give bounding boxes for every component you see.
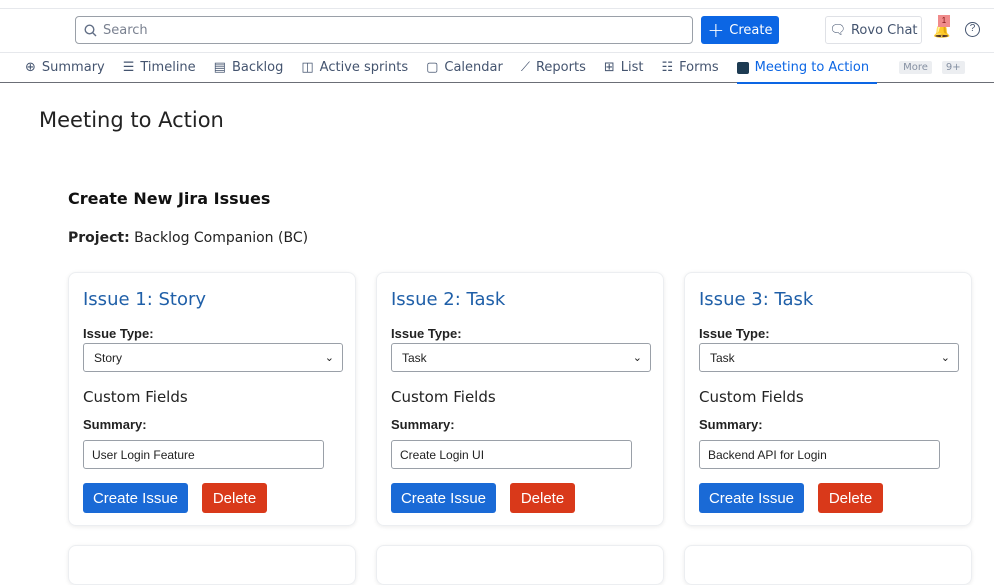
custom-fields-heading: Custom Fields	[391, 388, 496, 406]
issue-card-partial	[68, 545, 356, 585]
create-issue-button[interactable]: Create Issue	[391, 483, 496, 513]
chevron-down-icon: ⌄	[632, 352, 642, 364]
create-issue-button[interactable]: Create Issue	[83, 483, 188, 513]
custom-fields-heading: Custom Fields	[83, 388, 188, 406]
tab-summary[interactable]: ⊕ Summary	[25, 53, 105, 83]
issue-type-value: Story	[94, 350, 123, 365]
tab-label: List	[620, 60, 644, 75]
tab-reports[interactable]: ⟋ Reports	[521, 53, 586, 83]
help-icon[interactable]: ?	[965, 22, 980, 37]
section-title: Create New Jira Issues	[68, 189, 271, 208]
tab-label: Backlog	[231, 60, 284, 75]
tab-more[interactable]: More 9+	[895, 53, 965, 83]
summary-label: Summary:	[391, 417, 455, 432]
issue-title: Issue 3: Task	[699, 289, 814, 310]
issue-type-select[interactable]: Story ⌄	[83, 343, 343, 372]
tab-label: Forms	[679, 60, 719, 75]
search-icon	[84, 23, 97, 36]
summary-value: Create Login UI	[400, 447, 485, 462]
create-label: Create	[729, 22, 773, 38]
issue-card: Issue 1: Story Issue Type: Story ⌄ Custom…	[68, 272, 356, 526]
custom-fields-heading: Custom Fields	[699, 388, 804, 406]
summary-label: Summary:	[83, 417, 147, 432]
project-label: Project:	[68, 230, 130, 246]
app-icon	[736, 61, 749, 74]
chat-icon: 🗨	[829, 22, 846, 38]
tab-label: Timeline	[140, 60, 196, 75]
issue-type-label: Issue Type:	[83, 326, 154, 341]
issue-type-label: Issue Type:	[699, 326, 770, 341]
project-tabs: ⊕ Summary ☰ Timeline ▤ Backlog ◫ Active spri…	[0, 52, 994, 84]
summary-value: Backend API for Login	[708, 447, 827, 462]
issue-type-label: Issue Type:	[391, 326, 462, 341]
project-value: Backlog Companion (BC)	[134, 230, 309, 246]
issue-title: Issue 2: Task	[391, 289, 506, 310]
issue-type-value: Task	[402, 350, 427, 365]
plus-icon: +	[707, 18, 725, 42]
calendar-icon: ▢	[426, 60, 439, 75]
tab-label: Reports	[535, 60, 586, 75]
tab-label: Meeting to Action	[754, 60, 870, 75]
issue-card: Issue 2: Task Issue Type: Task ⌄ Custom F…	[376, 272, 664, 526]
tab-list[interactable]: ⊞ List	[604, 53, 644, 83]
search-input[interactable]: Search	[75, 16, 693, 44]
tab-label: Active sprints	[319, 60, 409, 75]
timeline-icon: ☰	[122, 60, 135, 75]
tab-active-sprints[interactable]: ◫ Active sprints	[301, 53, 408, 83]
issue-card-partial	[684, 545, 972, 585]
tab-backlog[interactable]: ▤ Backlog	[214, 53, 284, 83]
delete-button[interactable]: Delete	[510, 483, 575, 513]
summary-value: User Login Feature	[92, 447, 195, 462]
tab-label: Summary	[41, 60, 105, 75]
issue-type-select[interactable]: Task ⌄	[699, 343, 959, 372]
more-count: 9+	[941, 61, 965, 74]
tab-forms[interactable]: ☷ Forms	[661, 53, 718, 83]
top-divider	[0, 8, 994, 9]
search-placeholder: Search	[103, 22, 148, 38]
delete-button[interactable]: Delete	[202, 483, 267, 513]
issue-card-partial	[376, 545, 664, 585]
tab-label: Calendar	[444, 60, 503, 75]
list-icon: ⊞	[603, 60, 615, 75]
summary-label: Summary:	[699, 417, 763, 432]
more-label: More	[899, 61, 932, 74]
backlog-icon: ▤	[213, 60, 226, 75]
tab-meeting-to-action[interactable]: Meeting to Action	[736, 53, 878, 84]
board-icon: ◫	[301, 60, 314, 75]
summary-input[interactable]: Create Login UI	[391, 440, 632, 469]
chevron-down-icon: ⌄	[324, 352, 334, 364]
globe-icon: ⊕	[25, 60, 36, 75]
chart-icon: ⟋	[520, 60, 530, 75]
delete-button[interactable]: Delete	[818, 483, 883, 513]
forms-icon: ☷	[661, 60, 674, 75]
create-issue-button[interactable]: Create Issue	[699, 483, 804, 513]
summary-input[interactable]: User Login Feature	[83, 440, 324, 469]
summary-input[interactable]: Backend API for Login	[699, 440, 940, 469]
tab-calendar[interactable]: ▢ Calendar	[426, 53, 503, 83]
rovo-chat-button[interactable]: 🗨 Rovo Chat	[825, 16, 922, 44]
project-line: Project: Backlog Companion (BC)	[68, 230, 308, 246]
page-title: Meeting to Action	[39, 108, 224, 132]
issue-type-value: Task	[710, 350, 735, 365]
notification-badge: 1	[938, 15, 950, 27]
issue-type-select[interactable]: Task ⌄	[391, 343, 651, 372]
issue-title: Issue 1: Story	[83, 289, 207, 310]
tab-timeline[interactable]: ☰ Timeline	[123, 53, 196, 83]
create-button[interactable]: + Create	[701, 16, 779, 44]
rovo-label: Rovo Chat	[850, 22, 918, 38]
issue-card: Issue 3: Task Issue Type: Task ⌄ Custom F…	[684, 272, 972, 526]
chevron-down-icon: ⌄	[940, 352, 950, 364]
